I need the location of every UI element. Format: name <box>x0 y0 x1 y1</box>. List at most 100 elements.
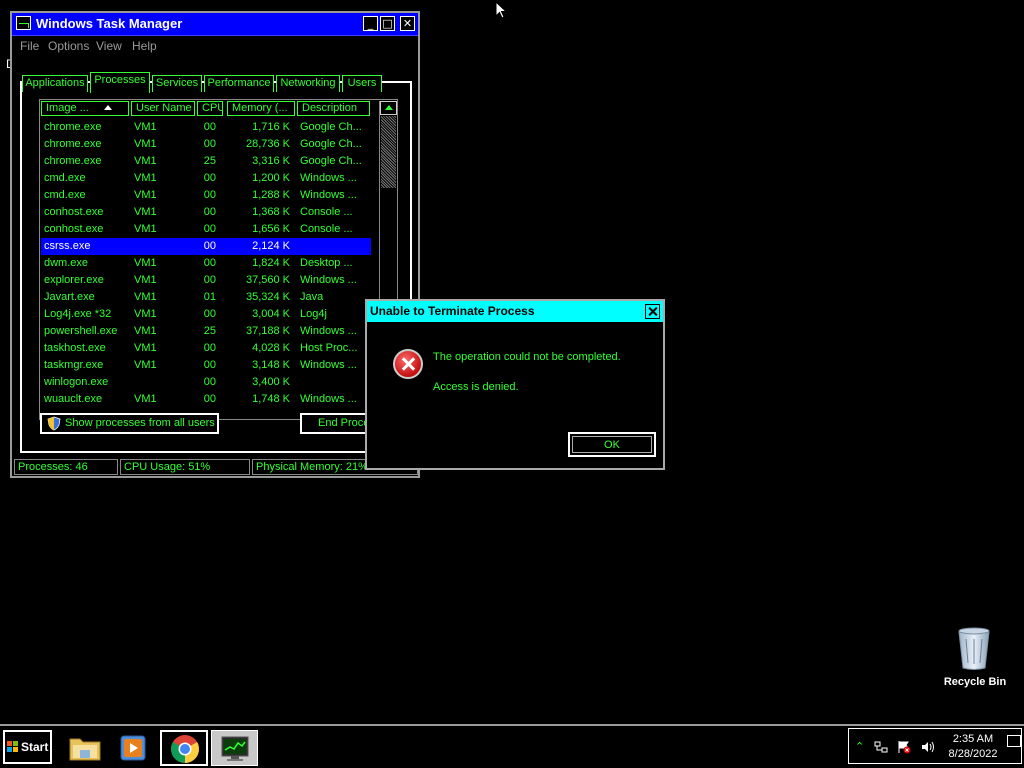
close-button[interactable]: ✕ <box>400 16 415 31</box>
process-cell-image: wuauclt.exe <box>44 393 103 405</box>
process-cell-desc: Google Ch... <box>300 121 362 133</box>
recycle-bin-label[interactable]: Recycle Bin <box>940 676 1010 688</box>
status-processes: Processes: 46 <box>14 459 118 475</box>
process-cell-cpu: 00 <box>203 172 216 184</box>
system-tray: ⌃ 2:35 AM 8/28/2022 <box>848 728 1022 764</box>
dialog-titlebar[interactable]: Unable to Terminate Process <box>367 301 663 322</box>
process-row[interactable]: taskmgr.exe VM1 00 3,148 K Windows ... <box>41 357 371 374</box>
task-manager-titlebar[interactable]: Windows Task Manager _ □ ✕ <box>12 13 418 36</box>
show-desktop-icon[interactable] <box>1007 735 1021 747</box>
process-cell-mem: 3,400 K <box>252 376 290 388</box>
tab-services[interactable]: Services <box>152 75 202 92</box>
process-cell-image: csrss.exe <box>44 240 91 252</box>
windows-logo-icon <box>7 741 18 752</box>
end-process-button[interactable]: End Proce <box>300 413 368 434</box>
process-cell-cpu: 00 <box>203 121 216 133</box>
process-cell-image: cmd.exe <box>44 172 86 184</box>
maximize-button[interactable]: □ <box>380 16 395 31</box>
process-cell-image: winlogon.exe <box>44 376 109 388</box>
process-cell-desc: Host Proc... <box>300 342 358 354</box>
process-cell-image: chrome.exe <box>44 121 102 133</box>
process-row[interactable]: explorer.exe VM1 00 37,560 K Windows ... <box>41 272 371 289</box>
window-title: Windows Task Manager <box>36 16 183 31</box>
process-cell-mem: 1,748 K <box>252 393 290 405</box>
process-cell-mem: 2,124 K <box>252 240 290 252</box>
menu-file[interactable]: File <box>20 39 39 53</box>
taskbar-file-explorer[interactable] <box>62 730 108 766</box>
menu-view[interactable]: View <box>96 39 122 53</box>
minimize-button[interactable]: _ <box>363 16 378 31</box>
task-manager-icon <box>221 736 249 761</box>
ok-button[interactable]: OK <box>568 432 656 457</box>
process-row[interactable]: chrome.exe VM1 00 1,716 K Google Ch... <box>41 119 371 136</box>
show-hidden-icons-icon[interactable]: ⌃ <box>855 740 864 753</box>
column-header-user-name[interactable]: User Name <box>131 101 195 116</box>
tab-performance[interactable]: Performance <box>204 75 274 92</box>
process-cell-user: VM1 <box>134 291 157 303</box>
process-cell-mem: 3,316 K <box>252 155 290 167</box>
taskbar-media-player[interactable] <box>110 730 156 766</box>
process-row[interactable]: chrome.exe VM1 25 3,316 K Google Ch... <box>41 153 371 170</box>
process-cell-mem: 37,560 K <box>245 274 290 286</box>
process-cell-mem: 3,148 K <box>252 359 290 371</box>
show-all-processes-button[interactable]: Show processes from all users <box>40 413 219 434</box>
process-cell-desc: Windows ... <box>300 325 357 337</box>
process-cell-user: VM1 <box>134 206 157 218</box>
dialog-close-button[interactable] <box>645 304 660 319</box>
process-row[interactable]: winlogon.exe 00 3,400 K <box>41 374 371 391</box>
media-player-icon <box>120 735 146 761</box>
process-row[interactable]: csrss.exe 00 2,124 K <box>41 238 371 255</box>
volume-icon[interactable] <box>921 741 935 753</box>
process-cell-image: dwm.exe <box>44 257 89 269</box>
process-row[interactable]: powershell.exe VM1 25 37,188 K Windows ... <box>41 323 371 340</box>
process-row[interactable]: taskhost.exe VM1 00 4,028 K Host Proc... <box>41 340 371 357</box>
menu-options[interactable]: Options <box>48 39 89 53</box>
process-cell-user: VM1 <box>134 138 157 150</box>
process-cell-desc: Windows ... <box>300 359 357 371</box>
process-row[interactable]: conhost.exe VM1 00 1,656 K Console ... <box>41 221 371 238</box>
process-cell-mem: 37,188 K <box>245 325 290 337</box>
menu-help[interactable]: Help <box>132 39 157 53</box>
start-button[interactable]: Start <box>3 730 52 764</box>
process-row[interactable]: Javart.exe VM1 01 35,324 K Java <box>41 289 371 306</box>
action-center-flag-icon[interactable] <box>897 740 911 754</box>
clock-date[interactable]: 8/28/2022 <box>943 748 1003 760</box>
process-cell-image: chrome.exe <box>44 155 102 167</box>
column-header-cpu[interactable]: CPU <box>197 101 223 116</box>
process-row[interactable]: Log4j.exe *32 VM1 00 3,004 K Log4j <box>41 306 371 323</box>
column-header-memory[interactable]: Memory (... <box>227 101 295 116</box>
process-cell-user: VM1 <box>134 121 157 133</box>
column-header-description[interactable]: Description <box>297 101 370 116</box>
process-row[interactable]: dwm.exe VM1 00 1,824 K Desktop ... <box>41 255 371 272</box>
process-cell-user: VM1 <box>134 359 157 371</box>
process-row[interactable]: chrome.exe VM1 00 28,736 K Google Ch... <box>41 136 371 153</box>
process-cell-image: cmd.exe <box>44 189 86 201</box>
process-cell-image: powershell.exe <box>44 325 118 337</box>
process-cell-user: VM1 <box>134 223 157 235</box>
process-cell-user: VM1 <box>134 325 157 337</box>
process-list[interactable]: Image ... User Name CPU Memory (... Desc… <box>39 99 398 420</box>
taskbar-chrome[interactable] <box>160 730 208 766</box>
process-cell-desc: Console ... <box>300 223 353 235</box>
tab-applications[interactable]: Applications <box>22 75 88 92</box>
clock-time[interactable]: 2:35 AM <box>945 733 1001 745</box>
process-row[interactable]: cmd.exe VM1 00 1,200 K Windows ... <box>41 170 371 187</box>
process-row[interactable]: conhost.exe VM1 00 1,368 K Console ... <box>41 204 371 221</box>
network-icon[interactable] <box>874 741 888 754</box>
dialog-title: Unable to Terminate Process <box>370 304 535 318</box>
error-icon <box>393 349 423 379</box>
tab-networking[interactable]: Networking <box>276 75 340 92</box>
taskbar-task-manager[interactable] <box>211 730 258 766</box>
process-row[interactable]: wuauclt.exe VM1 00 1,748 K Windows ... <box>41 391 371 408</box>
tab-processes[interactable]: Processes <box>90 72 150 93</box>
process-row[interactable]: cmd.exe VM1 00 1,288 K Windows ... <box>41 187 371 204</box>
task-manager-app-icon <box>16 16 31 30</box>
column-header-image[interactable]: Image ... <box>41 101 129 116</box>
recycle-bin-icon[interactable] <box>957 627 991 671</box>
process-cell-cpu: 00 <box>203 223 216 235</box>
scrollbar-thumb[interactable] <box>381 116 396 188</box>
tab-users[interactable]: Users <box>342 75 382 92</box>
process-cell-mem: 1,824 K <box>252 257 290 269</box>
process-cell-image: Javart.exe <box>44 291 95 303</box>
scroll-up-arrow-icon[interactable] <box>380 101 397 115</box>
